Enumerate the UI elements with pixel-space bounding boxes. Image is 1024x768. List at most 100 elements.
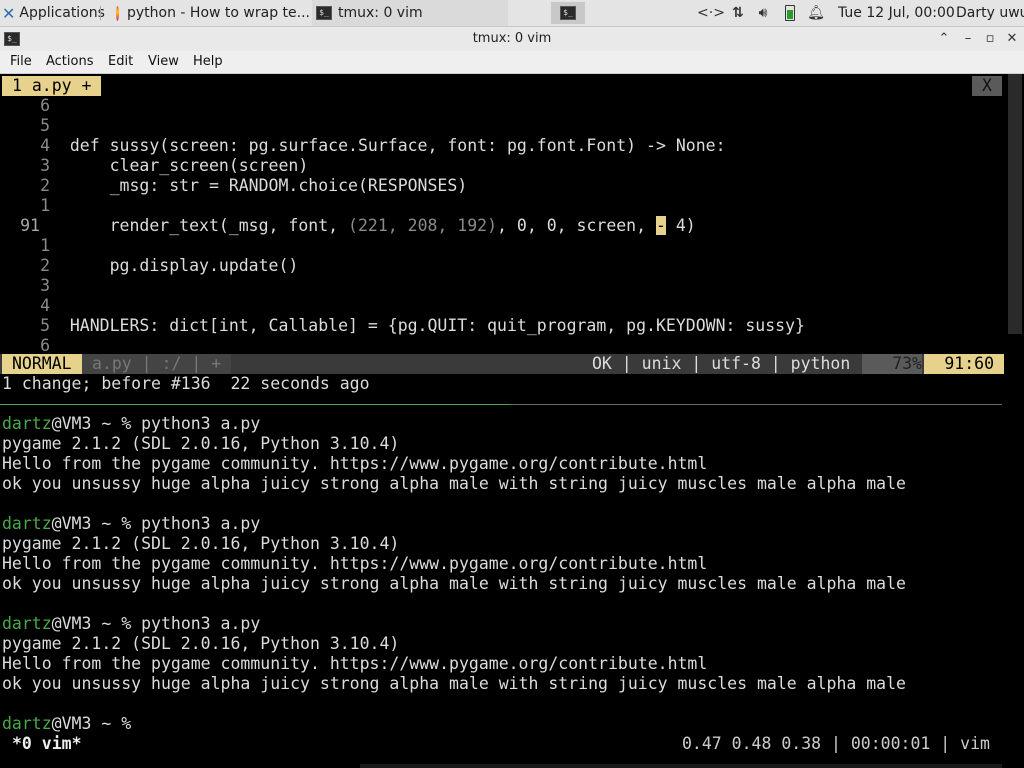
- vim-line: 2 _msg: str = RANDOM.choice(RESPONSES): [2, 176, 467, 196]
- shell-command: python3 a.py: [141, 614, 261, 633]
- panel-separator: [100, 6, 101, 20]
- shell-prompt: dartz@VM3 ~ % python3 a.py: [2, 614, 260, 634]
- horizontal-scroll-hint: [360, 764, 1002, 768]
- line-text-post: 4): [665, 216, 696, 235]
- window-title: tmux: 0 vim: [472, 31, 552, 46]
- vim-line: 5: [2, 116, 70, 136]
- line-text: def sussy(screen: pg.surface.Surface, fo…: [69, 136, 726, 155]
- top-panel: ✕ Applications python - How to wrap te..…: [0, 0, 1024, 27]
- line-number: 4: [40, 136, 50, 155]
- terminal-icon: $_: [560, 6, 576, 20]
- prompt-host: @VM3 ~ %: [51, 614, 142, 633]
- prompt-host: @VM3 ~ %: [51, 414, 142, 433]
- menu-help[interactable]: Help: [193, 51, 223, 73]
- line-number: 6: [40, 96, 50, 115]
- clock-text: Tue 12 Jul, 00:00: [838, 5, 955, 21]
- menu-file[interactable]: File: [10, 51, 32, 73]
- applications-menu[interactable]: ✕ Applications: [2, 0, 105, 26]
- task-label: python - How to wrap te...: [127, 5, 310, 21]
- vim-statusline: NORMAL a.py | :/ | + OK | unix | utf-8 |…: [0, 354, 1004, 374]
- firefox-icon: [116, 5, 119, 21]
- close-icon[interactable]: ✕: [1002, 27, 1022, 51]
- line-number: 2: [40, 256, 50, 275]
- maximize-icon[interactable]: ▫: [980, 27, 1000, 51]
- tmux-status-right: 0.47 0.48 0.38 | 00:00:01 | vim: [682, 734, 990, 753]
- shell-output-line: Hello from the pygame community. https:/…: [2, 454, 708, 473]
- line-number: 91: [20, 216, 40, 235]
- task-firefox[interactable]: python - How to wrap te...: [110, 0, 310, 26]
- shell-output-line: Hello from the pygame community. https:/…: [2, 654, 708, 673]
- vim-line: 5 HANDLERS: dict[int, Callable] = {pg.QU…: [2, 316, 805, 336]
- vim-line: 4: [2, 296, 70, 316]
- vim-file-format: OK | unix | utf-8 | python: [592, 354, 851, 373]
- workspace-switcher[interactable]: $_: [551, 2, 585, 24]
- menu-view[interactable]: View: [148, 51, 179, 73]
- vim-line: 1: [2, 196, 70, 216]
- user-name: Darty uwu: [956, 5, 1024, 21]
- prompt-host: @VM3 ~ %: [51, 514, 142, 533]
- vim-tabline: 1 a.py + X: [0, 76, 1024, 96]
- line-text-pre: render_text(_msg, font,: [69, 216, 349, 235]
- volume-icon[interactable]: 🔊︎: [752, 0, 774, 26]
- vim-line: 3: [2, 276, 70, 296]
- vim-mode: NORMAL: [2, 354, 82, 374]
- line-number: 6: [40, 336, 50, 352]
- menu-edit[interactable]: Edit: [108, 51, 133, 73]
- task-label: tmux: 0 vim: [338, 5, 423, 21]
- vim-cursor: -: [656, 216, 666, 235]
- menu-actions[interactable]: Actions: [46, 51, 94, 73]
- network-arrows-icon[interactable]: <·>: [697, 0, 725, 26]
- user-menu[interactable]: Darty uwu: [956, 0, 1024, 26]
- line-number: 4: [40, 296, 50, 315]
- menu-bar: File Actions Edit View Help: [0, 51, 1024, 74]
- line-number: 2: [40, 176, 50, 195]
- vim-percent: 73%: [862, 354, 922, 374]
- prompt-user: dartz: [2, 714, 52, 733]
- terminal-area[interactable]: 1 a.py + X 6 5 4 def sussy(screen: pg.su…: [0, 74, 1024, 768]
- shell-command: python3 a.py: [141, 414, 261, 433]
- vim-tab-close[interactable]: X: [972, 76, 1002, 96]
- vim-line: 3 clear_screen(screen): [2, 156, 308, 176]
- shell-output-line: pygame 2.1.2 (SDL 2.0.16, Python 3.10.4): [2, 634, 400, 653]
- tmux-window-label[interactable]: *0 vim*: [12, 734, 82, 754]
- shell-output-line: ok you unsussy huge alpha juicy strong a…: [2, 674, 906, 693]
- minimize-icon[interactable]: –: [958, 27, 978, 51]
- battery-icon[interactable]: [780, 0, 800, 26]
- line-number: 3: [40, 276, 50, 295]
- prompt-user: dartz: [2, 614, 52, 633]
- vim-tab-active[interactable]: 1 a.py +: [2, 76, 102, 96]
- window-up-icon[interactable]: ⌃: [934, 27, 954, 51]
- vim-file-info: a.py | :/ | +: [82, 354, 232, 374]
- scrollbar-thumb[interactable]: [1008, 74, 1022, 334]
- vim-message: 1 change; before #136 22 seconds ago: [2, 374, 370, 393]
- shell-output-line: ok you unsussy huge alpha juicy strong a…: [2, 574, 906, 593]
- clock[interactable]: Tue 12 Jul, 00:00: [838, 0, 955, 26]
- shell-prompt: dartz@VM3 ~ % python3 a.py: [2, 414, 260, 434]
- network-updown-icon[interactable]: ⇅: [728, 0, 748, 26]
- line-number: 5: [40, 316, 50, 335]
- vim-cursor-position: 91:60: [924, 354, 1004, 374]
- line-number: 1: [40, 236, 50, 255]
- tmux-pane-separator-active: [0, 404, 510, 405]
- line-number: 5: [40, 116, 50, 135]
- shell-output-line: ok you unsussy huge alpha juicy strong a…: [2, 474, 906, 493]
- line-text-mid: , 0, 0, screen,: [497, 216, 656, 235]
- vim-line: 1: [2, 236, 70, 256]
- prompt-host: @VM3 ~ %: [51, 714, 142, 733]
- line-text: _msg: str = RANDOM.choice(RESPONSES): [69, 176, 468, 195]
- vim-line: 4 def sussy(screen: pg.surface.Surface, …: [2, 136, 726, 156]
- line-number: 1: [40, 196, 50, 215]
- terminal-scrollbar[interactable]: [1006, 74, 1024, 768]
- shell-output-line: Hello from the pygame community. https:/…: [2, 554, 708, 573]
- shell-prompt-current[interactable]: dartz@VM3 ~ %: [2, 714, 141, 734]
- task-tmux[interactable]: $_ tmux: 0 vim: [312, 0, 508, 26]
- window-titlebar[interactable]: $_ tmux: 0 vim ⌃ – ▫ ✕: [0, 27, 1024, 52]
- notification-bell-icon[interactable]: 🔔︎: [806, 0, 826, 26]
- vim-current-line: 91 render_text(_msg, font, (221, 208, 19…: [2, 216, 696, 236]
- line-text: HANDLERS: dict[int, Callable] = {pg.QUIT…: [69, 316, 805, 335]
- applications-label: Applications: [19, 5, 105, 21]
- shell-output-line: pygame 2.1.2 (SDL 2.0.16, Python 3.10.4): [2, 434, 400, 453]
- prompt-user: dartz: [2, 414, 52, 433]
- color-tuple: (221, 208, 192): [348, 216, 498, 235]
- vim-line: 6: [2, 96, 70, 116]
